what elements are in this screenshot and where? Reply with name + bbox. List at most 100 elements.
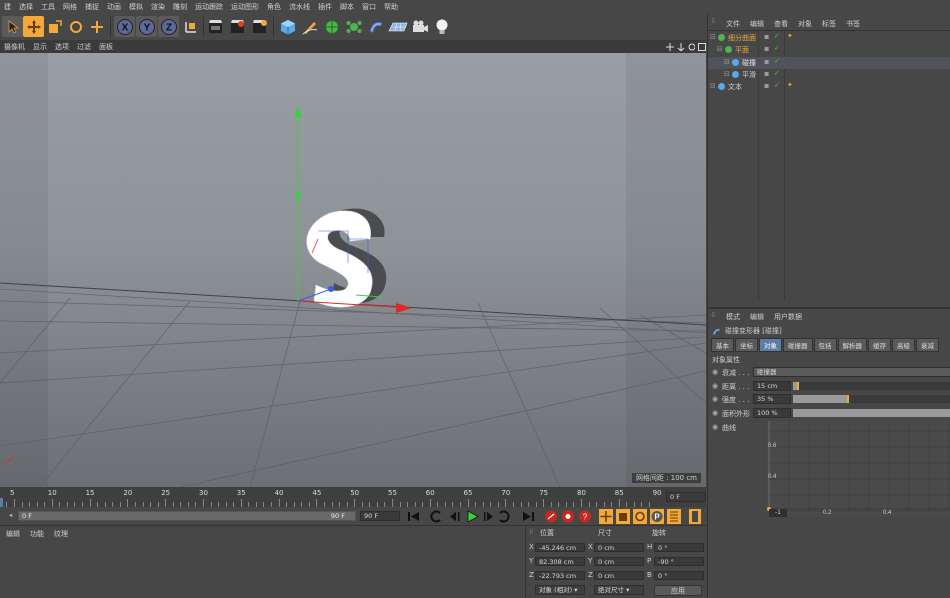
visibility-dots-icon[interactable]: ▪ bbox=[764, 57, 769, 66]
light-icon[interactable] bbox=[431, 16, 452, 37]
prop-value-field[interactable]: 100 % bbox=[753, 408, 791, 419]
orbit-icon[interactable] bbox=[688, 43, 696, 51]
attribute-menu-item[interactable]: 模式 bbox=[722, 312, 744, 322]
material-menu-item[interactable]: 纹理 bbox=[50, 529, 72, 539]
attribute-menu-item[interactable]: 编辑 bbox=[746, 312, 768, 322]
prev-frame-icon[interactable] bbox=[450, 512, 460, 521]
play-icon[interactable] bbox=[467, 510, 479, 523]
menu-item[interactable]: 雕刻 bbox=[169, 2, 191, 12]
zoom-icon[interactable] bbox=[677, 43, 685, 51]
attribute-tab[interactable]: 高级 bbox=[892, 338, 915, 352]
menu-item[interactable]: 流水线 bbox=[285, 2, 314, 12]
scale-icon[interactable] bbox=[44, 16, 65, 37]
axis-z-icon[interactable]: Z bbox=[158, 16, 179, 37]
visibility-dots-icon[interactable]: ▪ bbox=[764, 69, 769, 78]
menu-item[interactable]: 工具 bbox=[37, 2, 59, 12]
object-row[interactable]: ⊟ 细分曲面 ▪ ✓ ✦ bbox=[708, 32, 950, 44]
object-menu-item[interactable]: 编辑 bbox=[746, 19, 768, 29]
pan-icon[interactable] bbox=[666, 43, 674, 51]
prop-slider-track[interactable] bbox=[793, 381, 950, 390]
size-field[interactable]: 0 cm bbox=[594, 557, 644, 566]
object-row[interactable]: ⊟ 碰撞 ▪ ✓ bbox=[708, 56, 950, 69]
object-menu-item[interactable]: 查看 bbox=[770, 19, 792, 29]
object-row[interactable]: ⊟ 平滑 ▪ ✓ bbox=[708, 69, 950, 81]
3d-viewport[interactable]: 网格间距 : 100 cm bbox=[0, 53, 706, 487]
menu-item[interactable]: 运动跟踪 bbox=[191, 2, 227, 12]
rotation-field[interactable]: 0 ° bbox=[654, 543, 704, 552]
apply-button[interactable]: 应用 bbox=[654, 585, 702, 596]
viewport-menu-item[interactable]: 过滤 bbox=[73, 42, 95, 52]
record-keys-icon[interactable] bbox=[545, 510, 557, 523]
tag-icon[interactable]: ✦ bbox=[787, 32, 793, 40]
prop-radio-icon[interactable]: ◉ bbox=[712, 382, 718, 390]
attribute-tab[interactable]: 包括 bbox=[813, 338, 837, 352]
render-view-icon[interactable] bbox=[205, 16, 226, 37]
attribute-tab[interactable]: 基本 bbox=[711, 338, 734, 352]
deformer-icon[interactable] bbox=[365, 16, 386, 37]
menu-item[interactable]: 脚本 bbox=[336, 2, 358, 12]
range-left-arrow[interactable]: ◂ bbox=[6, 511, 18, 521]
visibility-dots-icon[interactable]: ▪ bbox=[764, 44, 769, 53]
menu-item[interactable]: 动画 bbox=[103, 2, 125, 12]
enabled-check-icon[interactable]: ✓ bbox=[774, 57, 780, 65]
rotation-field[interactable]: -90 ° bbox=[654, 557, 704, 566]
axis-x-icon[interactable]: X bbox=[114, 16, 135, 37]
position-field[interactable]: -22.793 cm bbox=[535, 571, 585, 580]
menu-item[interactable]: 建 bbox=[0, 2, 15, 12]
axis-y-icon[interactable]: Y bbox=[136, 16, 157, 37]
menu-item[interactable]: 帮助 bbox=[380, 2, 402, 12]
attribute-menu-item[interactable]: 用户数据 bbox=[770, 312, 806, 322]
menu-item[interactable]: 运动图形 bbox=[227, 2, 263, 12]
key-scale-icon[interactable] bbox=[616, 509, 630, 524]
attribute-tab[interactable]: 衰减 bbox=[916, 338, 939, 352]
move-icon[interactable] bbox=[23, 16, 44, 37]
floor-icon[interactable] bbox=[387, 16, 408, 37]
menu-item[interactable]: 插件 bbox=[314, 2, 336, 12]
key-parameter-icon[interactable]: P bbox=[650, 509, 664, 524]
max-frame-field[interactable]: 90 F bbox=[360, 511, 400, 521]
frame-range-slider[interactable]: 0 F 90 F bbox=[18, 511, 356, 521]
menu-item[interactable]: 捕捉 bbox=[81, 2, 103, 12]
key-position-icon[interactable] bbox=[599, 509, 613, 524]
falloff-curve-graph[interactable]: 0.6 0.4 0.2 0.4 -1 bbox=[767, 421, 950, 517]
attribute-tab[interactable]: 碰撞器 bbox=[783, 338, 813, 352]
go-to-end-icon[interactable] bbox=[523, 512, 534, 521]
subdivision-icon[interactable] bbox=[321, 16, 342, 37]
position-field[interactable]: -45.246 cm bbox=[535, 543, 585, 552]
attribute-tab[interactable]: 缓存 bbox=[868, 338, 891, 352]
coordinate-system-icon[interactable] bbox=[180, 16, 201, 37]
tag-icon[interactable]: ✦ bbox=[787, 81, 793, 89]
key-pla-icon[interactable] bbox=[667, 509, 681, 524]
prop-slider-handle[interactable] bbox=[796, 381, 799, 390]
camera-icon[interactable] bbox=[409, 16, 430, 37]
menu-item[interactable]: 窗口 bbox=[358, 2, 380, 12]
viewport-menu-item[interactable]: 面板 bbox=[95, 42, 117, 52]
enabled-check-icon[interactable]: ✓ bbox=[774, 32, 780, 40]
go-to-start-icon[interactable] bbox=[408, 512, 419, 521]
visibility-dots-icon[interactable]: ▪ bbox=[764, 81, 769, 90]
pen-icon[interactable] bbox=[299, 16, 320, 37]
tree-expand-icon[interactable]: ⊟ bbox=[724, 58, 730, 66]
next-key-icon[interactable] bbox=[499, 510, 510, 523]
object-menu-item[interactable]: 对象 bbox=[794, 19, 816, 29]
prop-slider-track[interactable] bbox=[793, 395, 950, 404]
prop-value-field[interactable]: 35 % bbox=[753, 394, 791, 405]
viewport-menu-item[interactable]: 选项 bbox=[51, 42, 73, 52]
menu-item[interactable]: 模拟 bbox=[125, 2, 147, 12]
attribute-tab[interactable]: 解析器 bbox=[837, 338, 867, 352]
render-picture-icon[interactable] bbox=[227, 16, 248, 37]
attribute-tab[interactable]: 对象 bbox=[759, 338, 782, 352]
object-menu-item[interactable]: 文件 bbox=[722, 19, 744, 29]
object-row[interactable]: ⊟ 平面 ▪ ✓ bbox=[708, 44, 950, 56]
prop-radio-icon[interactable]: ◉ bbox=[712, 409, 718, 417]
object-menu-item[interactable]: 标签 bbox=[818, 19, 840, 29]
tree-expand-icon[interactable]: ⊟ bbox=[717, 45, 723, 53]
prop-slider-track[interactable] bbox=[793, 409, 950, 418]
size-field[interactable]: 0 cm bbox=[594, 543, 644, 552]
material-menu-item[interactable]: 功能 bbox=[26, 529, 48, 539]
current-frame-field[interactable]: 0 F bbox=[666, 492, 706, 502]
auto-key-icon[interactable] bbox=[562, 510, 574, 523]
prop-radio-icon[interactable]: ◉ bbox=[712, 368, 718, 376]
object-menu-item[interactable]: 书签 bbox=[842, 19, 864, 29]
prop-radio-icon[interactable]: ◉ bbox=[712, 395, 718, 403]
